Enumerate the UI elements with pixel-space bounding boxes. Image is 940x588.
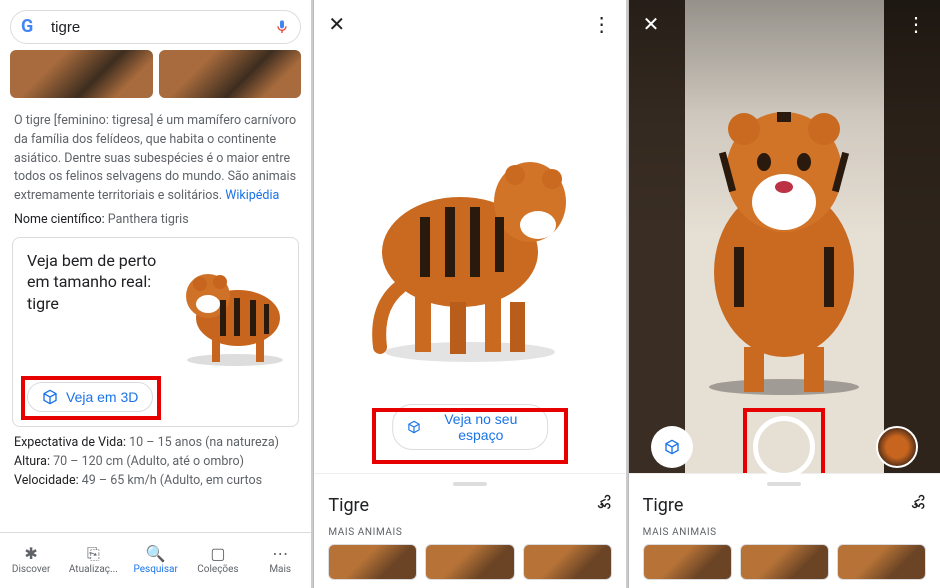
cube-icon: [664, 439, 680, 455]
bottom-sheet[interactable]: Tigre MAIS ANIMAIS: [314, 473, 625, 588]
tiger-thumb[interactable]: [10, 50, 153, 98]
3d-viewport[interactable]: Veja no seu espaço: [314, 48, 625, 478]
nav-search[interactable]: 🔍 Pesquisar: [125, 533, 187, 588]
animal-thumb[interactable]: [523, 544, 612, 580]
tiger-illustration: [170, 248, 290, 368]
sheet-title: Tigre: [328, 495, 369, 516]
fact-scientific-name: Nome científico: Panthera tigris: [0, 210, 311, 229]
viewer-topbar: ✕ ⋮: [314, 0, 625, 48]
more-animals-label: MAIS ANIMAIS: [643, 527, 926, 538]
tiger-3d-model: [360, 107, 580, 367]
sheet-title: Tigre: [643, 495, 684, 516]
bottom-sheet[interactable]: Tigre MAIS ANIMAIS: [629, 473, 940, 588]
3d-card-title: Veja bem de perto em tamanho real: tigre: [27, 250, 169, 315]
animal-thumbs: [328, 544, 611, 580]
cube-icon: [42, 389, 58, 405]
google-logo-icon: G: [21, 17, 41, 37]
shutter-button[interactable]: [753, 416, 815, 478]
knowledge-description: O tigre [feminino: tigresa] é um mamífer…: [0, 106, 311, 210]
wikipedia-link[interactable]: Wikipédia: [225, 188, 279, 203]
fact-height: Altura: 70 – 120 cm (Adulto, até o ombro…: [0, 452, 311, 471]
3d-viewer-panel: ✕ ⋮: [313, 0, 625, 588]
fact-speed: Velocidade: 49 – 65 km/h (Adulto, em cur…: [0, 471, 311, 490]
share-icon[interactable]: [908, 494, 926, 517]
inbox-icon: ⎘: [87, 546, 100, 562]
more-icon: ⋯: [272, 546, 288, 562]
drag-handle-icon[interactable]: [453, 482, 487, 486]
view-in-space-button[interactable]: Veja no seu espaço: [392, 404, 548, 450]
nav-collections[interactable]: ▢ Coleções: [187, 533, 249, 588]
mic-icon[interactable]: [274, 19, 290, 35]
animal-thumb[interactable]: [643, 544, 732, 580]
tiger-ar-overlay: [679, 97, 889, 397]
camera-controls: [629, 416, 940, 478]
cube-ar-icon: [407, 419, 421, 435]
fact-life-expectancy: Expectativa de Vida: 10 – 15 anos (na na…: [0, 433, 311, 452]
search-results-panel: G O tigre [feminino: tigresa] é um mamíf…: [0, 0, 311, 588]
gallery-thumb[interactable]: [876, 426, 918, 468]
bookmark-icon: ▢: [210, 546, 225, 562]
nav-discover[interactable]: ✱ Discover: [0, 533, 62, 588]
kebab-icon[interactable]: ⋮: [592, 12, 612, 36]
animal-thumb[interactable]: [740, 544, 829, 580]
search-input[interactable]: [49, 18, 266, 37]
3d-mode-button[interactable]: [651, 426, 693, 468]
animal-thumb[interactable]: [837, 544, 926, 580]
3d-card: Veja bem de perto em tamanho real: tigre…: [12, 237, 299, 427]
animal-thumb[interactable]: [328, 544, 417, 580]
ar-camera-panel: ✕ ⋮ Tigre: [628, 0, 940, 588]
sparkle-icon: ✱: [24, 546, 37, 562]
nav-updates[interactable]: ⎘ Atualizaç...: [62, 533, 124, 588]
tiger-thumb[interactable]: [159, 50, 302, 98]
view-3d-button[interactable]: Veja em 3D: [27, 382, 153, 412]
close-icon[interactable]: ✕: [328, 12, 345, 36]
share-icon[interactable]: [594, 494, 612, 517]
bottom-nav: ✱ Discover ⎘ Atualizaç... 🔍 Pesquisar ▢ …: [0, 532, 311, 588]
ar-topbar: ✕ ⋮: [629, 0, 940, 48]
nav-more[interactable]: ⋯ Mais: [249, 533, 311, 588]
image-thumbnails: [0, 50, 311, 106]
search-bar[interactable]: G: [10, 10, 301, 44]
animal-thumbs: [643, 544, 926, 580]
kebab-icon[interactable]: ⋮: [906, 12, 926, 36]
drag-handle-icon[interactable]: [767, 482, 801, 486]
animal-thumb[interactable]: [425, 544, 514, 580]
search-icon: 🔍: [146, 546, 166, 562]
close-icon[interactable]: ✕: [643, 12, 660, 36]
more-animals-label: MAIS ANIMAIS: [328, 527, 611, 538]
